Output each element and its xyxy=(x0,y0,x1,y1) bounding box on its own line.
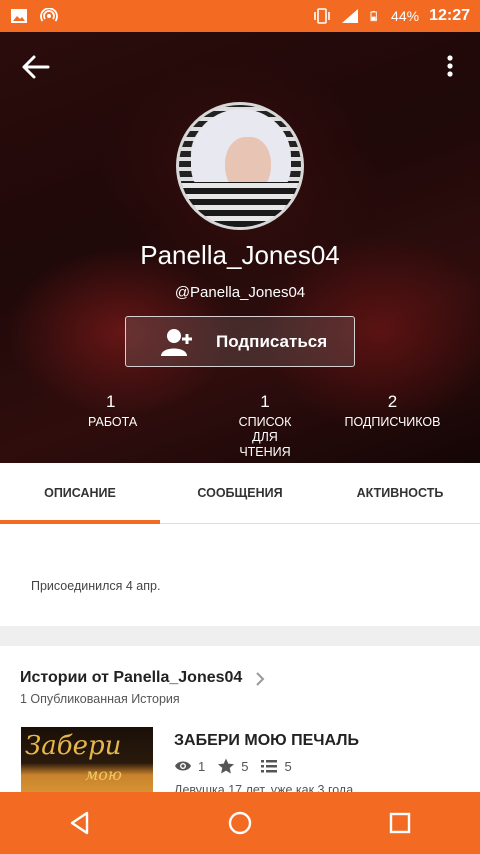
stories-title[interactable]: Истории от Panella_Jones04 xyxy=(20,669,242,687)
vibrate-icon xyxy=(314,8,330,24)
follow-label: Подписаться xyxy=(216,331,328,351)
about-section: Присоединился 4 апр. xyxy=(0,524,480,626)
square-recents-icon xyxy=(389,812,411,834)
display-name: Panella_Jones04 xyxy=(140,240,340,270)
stat-count: 1 xyxy=(260,392,270,411)
star-icon xyxy=(218,758,235,774)
battery-percent: 44% xyxy=(391,8,420,24)
system-nav-bar xyxy=(0,792,480,854)
nav-recents-button[interactable] xyxy=(380,803,420,843)
list-icon xyxy=(261,760,278,773)
clock: 12:27 xyxy=(429,7,470,24)
nav-back-button[interactable] xyxy=(60,803,100,843)
hotspot-icon xyxy=(40,8,58,22)
stories-count: 1 Опубликованная История xyxy=(20,692,180,706)
image-icon xyxy=(11,9,27,23)
stat-works[interactable]: 1 РАБОТА xyxy=(0,392,225,460)
stat-label: РАБОТА xyxy=(88,415,138,429)
nav-home-button[interactable] xyxy=(220,803,260,843)
profile-header: Panella_Jones04 @Panella_Jones04 Подписа… xyxy=(0,32,480,463)
circle-home-icon xyxy=(228,811,252,835)
story-meta: 1 5 5 xyxy=(174,758,292,774)
avatar[interactable] xyxy=(176,102,304,230)
reads-count: 1 xyxy=(198,758,206,774)
status-bar: 44% 12:27 xyxy=(0,0,480,32)
stat-count: 2 xyxy=(387,392,398,411)
cover-text: мою xyxy=(85,765,122,784)
profile-tabs: ОПИСАНИЕ СООБЩЕНИЯ АКТИВНОСТЬ xyxy=(0,463,480,524)
more-vertical-icon[interactable] xyxy=(438,52,462,82)
eye-icon xyxy=(175,761,191,771)
arrow-left-icon[interactable] xyxy=(18,52,54,82)
follow-button[interactable]: Подписаться xyxy=(125,316,355,367)
battery-icon xyxy=(370,11,377,22)
votes-count: 5 xyxy=(241,758,249,774)
stat-reading-list[interactable]: 1 СПИСОК ДЛЯ ЧТЕНИЯ xyxy=(225,392,305,460)
tab-activity[interactable]: АКТИВНОСТЬ xyxy=(320,463,480,523)
parts-count: 5 xyxy=(284,758,292,774)
joined-date: Присоединился 4 апр. xyxy=(31,579,161,593)
cover-text: Забери xyxy=(25,731,122,761)
stat-followers[interactable]: 2 ПОДПИСЧИКОВ xyxy=(305,392,480,460)
signal-icon xyxy=(342,9,359,23)
stat-label: СПИСОК ДЛЯ ЧТЕНИЯ xyxy=(238,415,292,459)
chevron-right-icon[interactable] xyxy=(254,670,266,688)
stat-count: 1 xyxy=(106,392,116,411)
stat-label: ПОДПИСЧИКОВ xyxy=(344,415,441,429)
tab-about[interactable]: ОПИСАНИЕ xyxy=(0,463,160,524)
triangle-back-icon xyxy=(70,811,89,835)
username-handle: @Panella_Jones04 xyxy=(174,284,306,301)
story-title[interactable]: ЗАБЕРИ МОЮ ПЕЧАЛЬ xyxy=(174,732,359,750)
profile-stats: 1 РАБОТА 1 СПИСОК ДЛЯ ЧТЕНИЯ 2 ПОДПИСЧИК… xyxy=(0,392,480,460)
add-user-icon xyxy=(161,328,192,356)
stories-section: Истории от Panella_Jones04 1 Опубликован… xyxy=(0,646,480,807)
tab-messages[interactable]: СООБЩЕНИЯ xyxy=(160,463,320,523)
